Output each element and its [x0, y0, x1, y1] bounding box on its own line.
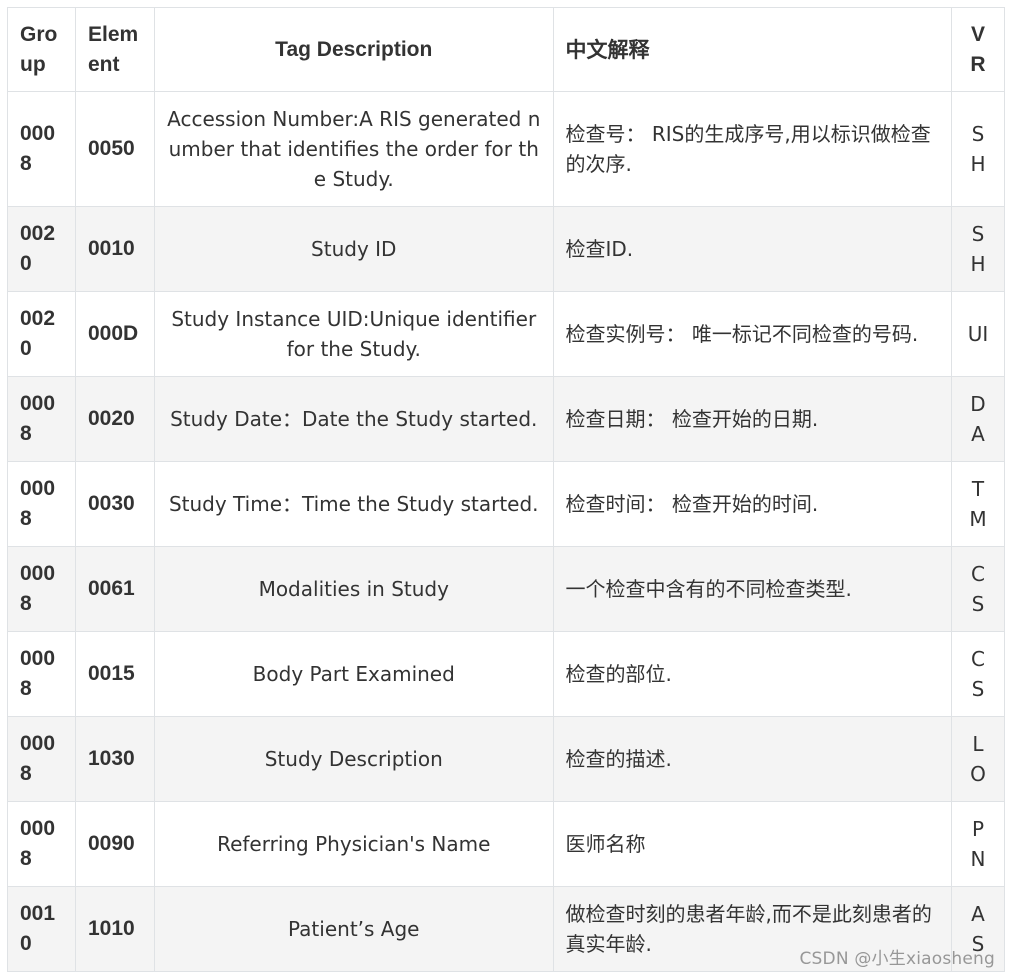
table-row: 0008 0030 Study Time：Time the Study star… — [7, 461, 1005, 547]
header-chinese-explanation: 中文解释 — [552, 7, 952, 92]
cell-group: 0008 — [7, 376, 76, 462]
document-page: Group Element Tag Description 中文解释 VR 00… — [7, 7, 1005, 972]
cell-group: 0008 — [7, 716, 76, 802]
cell-element: 0061 — [75, 546, 155, 632]
cell-chinese: 检查的描述. — [552, 716, 952, 802]
cell-description: Study Instance UID:Unique identifier for… — [154, 291, 554, 377]
cell-vr: SH — [951, 91, 1005, 207]
cell-description: Referring Physician's Name — [154, 801, 554, 887]
cell-description: Study Date：Date the Study started. — [154, 376, 554, 462]
cell-element: 000D — [75, 291, 155, 377]
cell-group: 0008 — [7, 801, 76, 887]
table-row: 0008 0050 Accession Number:A RIS generat… — [7, 91, 1005, 207]
cell-description: Study Time：Time the Study started. — [154, 461, 554, 547]
cell-group: 0008 — [7, 91, 76, 207]
header-vr: VR — [951, 7, 1005, 92]
cell-description: Patient’s Age — [154, 886, 554, 972]
cell-chinese: 检查时间： 检查开始的时间. — [552, 461, 952, 547]
cell-vr: TM — [951, 461, 1005, 547]
cell-vr: LO — [951, 716, 1005, 802]
header-element: Element — [75, 7, 155, 92]
cell-group: 0008 — [7, 546, 76, 632]
cell-element: 0030 — [75, 461, 155, 547]
table-body: 0008 0050 Accession Number:A RIS generat… — [7, 91, 1005, 972]
cell-vr: PN — [951, 801, 1005, 887]
cell-element: 0050 — [75, 91, 155, 207]
cell-element: 0015 — [75, 631, 155, 717]
cell-chinese: 检查号： RIS的生成序号,用以标识做检查的次序. — [552, 91, 952, 207]
cell-element: 0020 — [75, 376, 155, 462]
table-row: 0008 0015 Body Part Examined 检查的部位. CS — [7, 631, 1005, 717]
cell-description: Body Part Examined — [154, 631, 554, 717]
cell-description: Accession Number:A RIS generated number … — [154, 91, 554, 207]
dicom-tag-table: Group Element Tag Description 中文解释 VR 00… — [7, 7, 1005, 972]
cell-chinese: 做检查时刻的患者年龄,而不是此刻患者的真实年龄. — [552, 886, 952, 972]
cell-element: 1030 — [75, 716, 155, 802]
cell-description: Study Description — [154, 716, 554, 802]
cell-chinese: 检查ID. — [552, 206, 952, 292]
table-row: 0008 0061 Modalities in Study 一个检查中含有的不同… — [7, 546, 1005, 632]
cell-element: 0010 — [75, 206, 155, 292]
table-header: Group Element Tag Description 中文解释 VR — [7, 7, 1005, 92]
cell-chinese: 检查的部位. — [552, 631, 952, 717]
cell-chinese: 检查实例号： 唯一标记不同检查的号码. — [552, 291, 952, 377]
cell-vr: UI — [951, 291, 1005, 377]
cell-description: Modalities in Study — [154, 546, 554, 632]
cell-group: 0008 — [7, 631, 76, 717]
cell-group: 0020 — [7, 206, 76, 292]
table-row: 0008 1030 Study Description 检查的描述. LO — [7, 716, 1005, 802]
cell-vr: SH — [951, 206, 1005, 292]
cell-group: 0010 — [7, 886, 76, 972]
cell-chinese: 一个检查中含有的不同检查类型. — [552, 546, 952, 632]
table-row: 0010 1010 Patient’s Age 做检查时刻的患者年龄,而不是此刻… — [7, 886, 1005, 972]
cell-chinese: 检查日期： 检查开始的日期. — [552, 376, 952, 462]
table-row: 0020 0010 Study ID 检查ID. SH — [7, 206, 1005, 292]
cell-vr: AS — [951, 886, 1005, 972]
header-row: Group Element Tag Description 中文解释 VR — [7, 7, 1005, 92]
cell-element: 0090 — [75, 801, 155, 887]
cell-vr: CS — [951, 546, 1005, 632]
cell-element: 1010 — [75, 886, 155, 972]
table-row: 0008 0090 Referring Physician's Name 医师名… — [7, 801, 1005, 887]
header-tag-description: Tag Description — [154, 7, 554, 92]
cell-description: Study ID — [154, 206, 554, 292]
header-group: Group — [7, 7, 76, 92]
cell-group: 0008 — [7, 461, 76, 547]
cell-chinese: 医师名称 — [552, 801, 952, 887]
cell-vr: DA — [951, 376, 1005, 462]
table-row: 0008 0020 Study Date：Date the Study star… — [7, 376, 1005, 462]
cell-vr: CS — [951, 631, 1005, 717]
table-row: 0020 000D Study Instance UID:Unique iden… — [7, 291, 1005, 377]
cell-group: 0020 — [7, 291, 76, 377]
